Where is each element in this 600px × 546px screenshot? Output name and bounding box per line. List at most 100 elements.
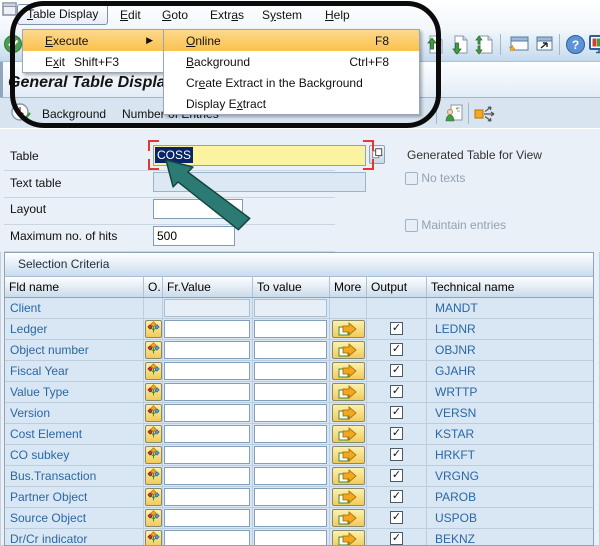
technical-name-label: HRKFT	[435, 448, 475, 462]
from-value-input[interactable]	[164, 341, 250, 359]
output-checkbox[interactable]: ✓	[390, 511, 403, 524]
selection-options-button[interactable]	[144, 446, 162, 464]
table-row: Partner Object ✓ PAROB	[5, 487, 593, 508]
output-checkbox[interactable]: ✓	[390, 490, 403, 503]
output-checkbox[interactable]: ✓	[390, 469, 403, 482]
menu-item-background[interactable]: Background Ctrl+F8	[164, 51, 419, 72]
to-value-input[interactable]	[254, 446, 327, 464]
menu-table-display[interactable]: Table Display	[17, 4, 109, 25]
from-value-input[interactable]	[164, 530, 250, 545]
multiple-selection-button[interactable]	[331, 362, 365, 380]
menu-item-exit[interactable]: Exit Shift+F3	[23, 51, 163, 72]
multiple-selection-button[interactable]	[331, 446, 365, 464]
output-checkbox[interactable]: ✓	[390, 385, 403, 398]
selection-options-button[interactable]	[144, 530, 162, 545]
table-row: Object number ✓ OBJNR	[5, 340, 593, 361]
selection-options-button[interactable]	[144, 320, 162, 338]
to-value-input[interactable]	[254, 404, 327, 422]
from-value-input[interactable]	[164, 488, 250, 506]
selection-options-button[interactable]	[144, 404, 162, 422]
output-checkbox[interactable]: ✓	[390, 448, 403, 461]
to-value-input[interactable]	[254, 341, 327, 359]
col-fld-name: Fld name	[5, 277, 144, 297]
multiple-selection-button[interactable]	[331, 509, 365, 527]
menu-edit[interactable]: Edit	[120, 8, 141, 22]
field-name-label: Fiscal Year	[5, 361, 144, 381]
menu-extras[interactable]: Extras	[210, 8, 244, 22]
selection-options-button[interactable]	[144, 383, 162, 401]
enter-check-icon[interactable]	[3, 34, 23, 54]
multiple-selection-button[interactable]	[331, 467, 365, 485]
to-value-input[interactable]	[254, 362, 327, 380]
multiple-selection-icon	[338, 532, 357, 545]
from-value-input[interactable]	[164, 404, 250, 422]
table-input[interactable]: COSS	[153, 145, 366, 166]
multiple-selection-button[interactable]	[331, 530, 365, 545]
to-value-input[interactable]	[254, 488, 327, 506]
shortcut-icon[interactable]	[534, 34, 555, 55]
max-hits-label: Maximum no. of hits	[10, 229, 118, 243]
menu-help[interactable]: Help	[325, 8, 350, 22]
from-value-input[interactable]	[164, 362, 250, 380]
multiple-selection-button[interactable]	[331, 383, 365, 401]
output-checkbox[interactable]: ✓	[390, 406, 403, 419]
user-settings-icon[interactable]	[443, 103, 465, 124]
from-value-input[interactable]	[164, 446, 250, 464]
shortcut-label: Ctrl+F8	[349, 54, 389, 69]
maintain-entries-checkbox[interactable]	[405, 219, 418, 232]
output-checkbox[interactable]: ✓	[390, 343, 403, 356]
from-value-input[interactable]	[164, 320, 250, 338]
output-checkbox[interactable]: ✓	[390, 322, 403, 335]
to-value-input[interactable]	[254, 467, 327, 485]
table-row: Value Type ✓ WRTTP	[5, 382, 593, 403]
output-checkbox[interactable]: ✓	[390, 532, 403, 545]
multiple-selection-button[interactable]	[331, 404, 365, 422]
to-value-input[interactable]	[254, 425, 327, 443]
menu-item-display-extract[interactable]: Display Extract	[164, 93, 419, 114]
to-value-input[interactable]	[254, 530, 327, 545]
menu-item-execute[interactable]: Execute ▶	[23, 30, 163, 51]
menu-item-online[interactable]: Online F8	[164, 30, 419, 51]
transfer-icon[interactable]	[473, 34, 494, 55]
menu-system[interactable]: System	[262, 8, 302, 22]
new-session-icon[interactable]	[507, 34, 530, 55]
selection-options-button[interactable]	[144, 509, 162, 527]
selection-options-button[interactable]	[144, 488, 162, 506]
text-table-input	[153, 172, 366, 192]
from-value-input[interactable]	[164, 509, 250, 527]
export-up-icon[interactable]	[423, 34, 444, 55]
from-value-input[interactable]	[164, 425, 250, 443]
import-down-icon[interactable]	[448, 34, 469, 55]
multiple-selection-button[interactable]	[331, 341, 365, 359]
text-table-label: Text table	[10, 176, 62, 190]
background-button[interactable]: Background	[42, 107, 106, 121]
from-value-input[interactable]	[164, 383, 250, 401]
to-value-input[interactable]	[254, 320, 327, 338]
value-help-button[interactable]	[369, 145, 385, 164]
execute-clock-icon[interactable]	[10, 102, 32, 124]
selection-options-button[interactable]	[144, 362, 162, 380]
no-texts-checkbox[interactable]	[405, 172, 418, 185]
output-checkbox[interactable]: ✓	[390, 427, 403, 440]
multiple-selection-icon	[338, 469, 357, 483]
menu-item-create-extract[interactable]: Create Extract in the Background	[164, 72, 419, 93]
output-checkbox[interactable]: ✓	[390, 364, 403, 377]
menu-goto[interactable]: Goto	[162, 8, 188, 22]
toolbar-separator	[500, 34, 501, 55]
multiple-selection-button[interactable]	[331, 320, 365, 338]
to-value-input[interactable]	[254, 509, 327, 527]
to-value-input[interactable]	[254, 383, 327, 401]
multiple-selection-button[interactable]	[331, 425, 365, 443]
selection-options-button[interactable]	[144, 341, 162, 359]
maintain-entries-label: Maintain entries	[421, 218, 507, 232]
layout-input[interactable]	[153, 199, 243, 219]
selection-options-button[interactable]	[144, 425, 162, 443]
customize-layout-icon[interactable]	[588, 34, 600, 55]
selection-options-button[interactable]	[144, 467, 162, 485]
help-icon[interactable]: ?	[565, 34, 586, 55]
multiple-selection-button[interactable]	[331, 488, 365, 506]
distribute-icon[interactable]	[474, 104, 500, 123]
from-value-input[interactable]	[164, 467, 250, 485]
max-hits-input[interactable]	[153, 226, 235, 246]
table-header-row: Fld name O. Fr.Value To value More Outpu…	[5, 277, 593, 298]
